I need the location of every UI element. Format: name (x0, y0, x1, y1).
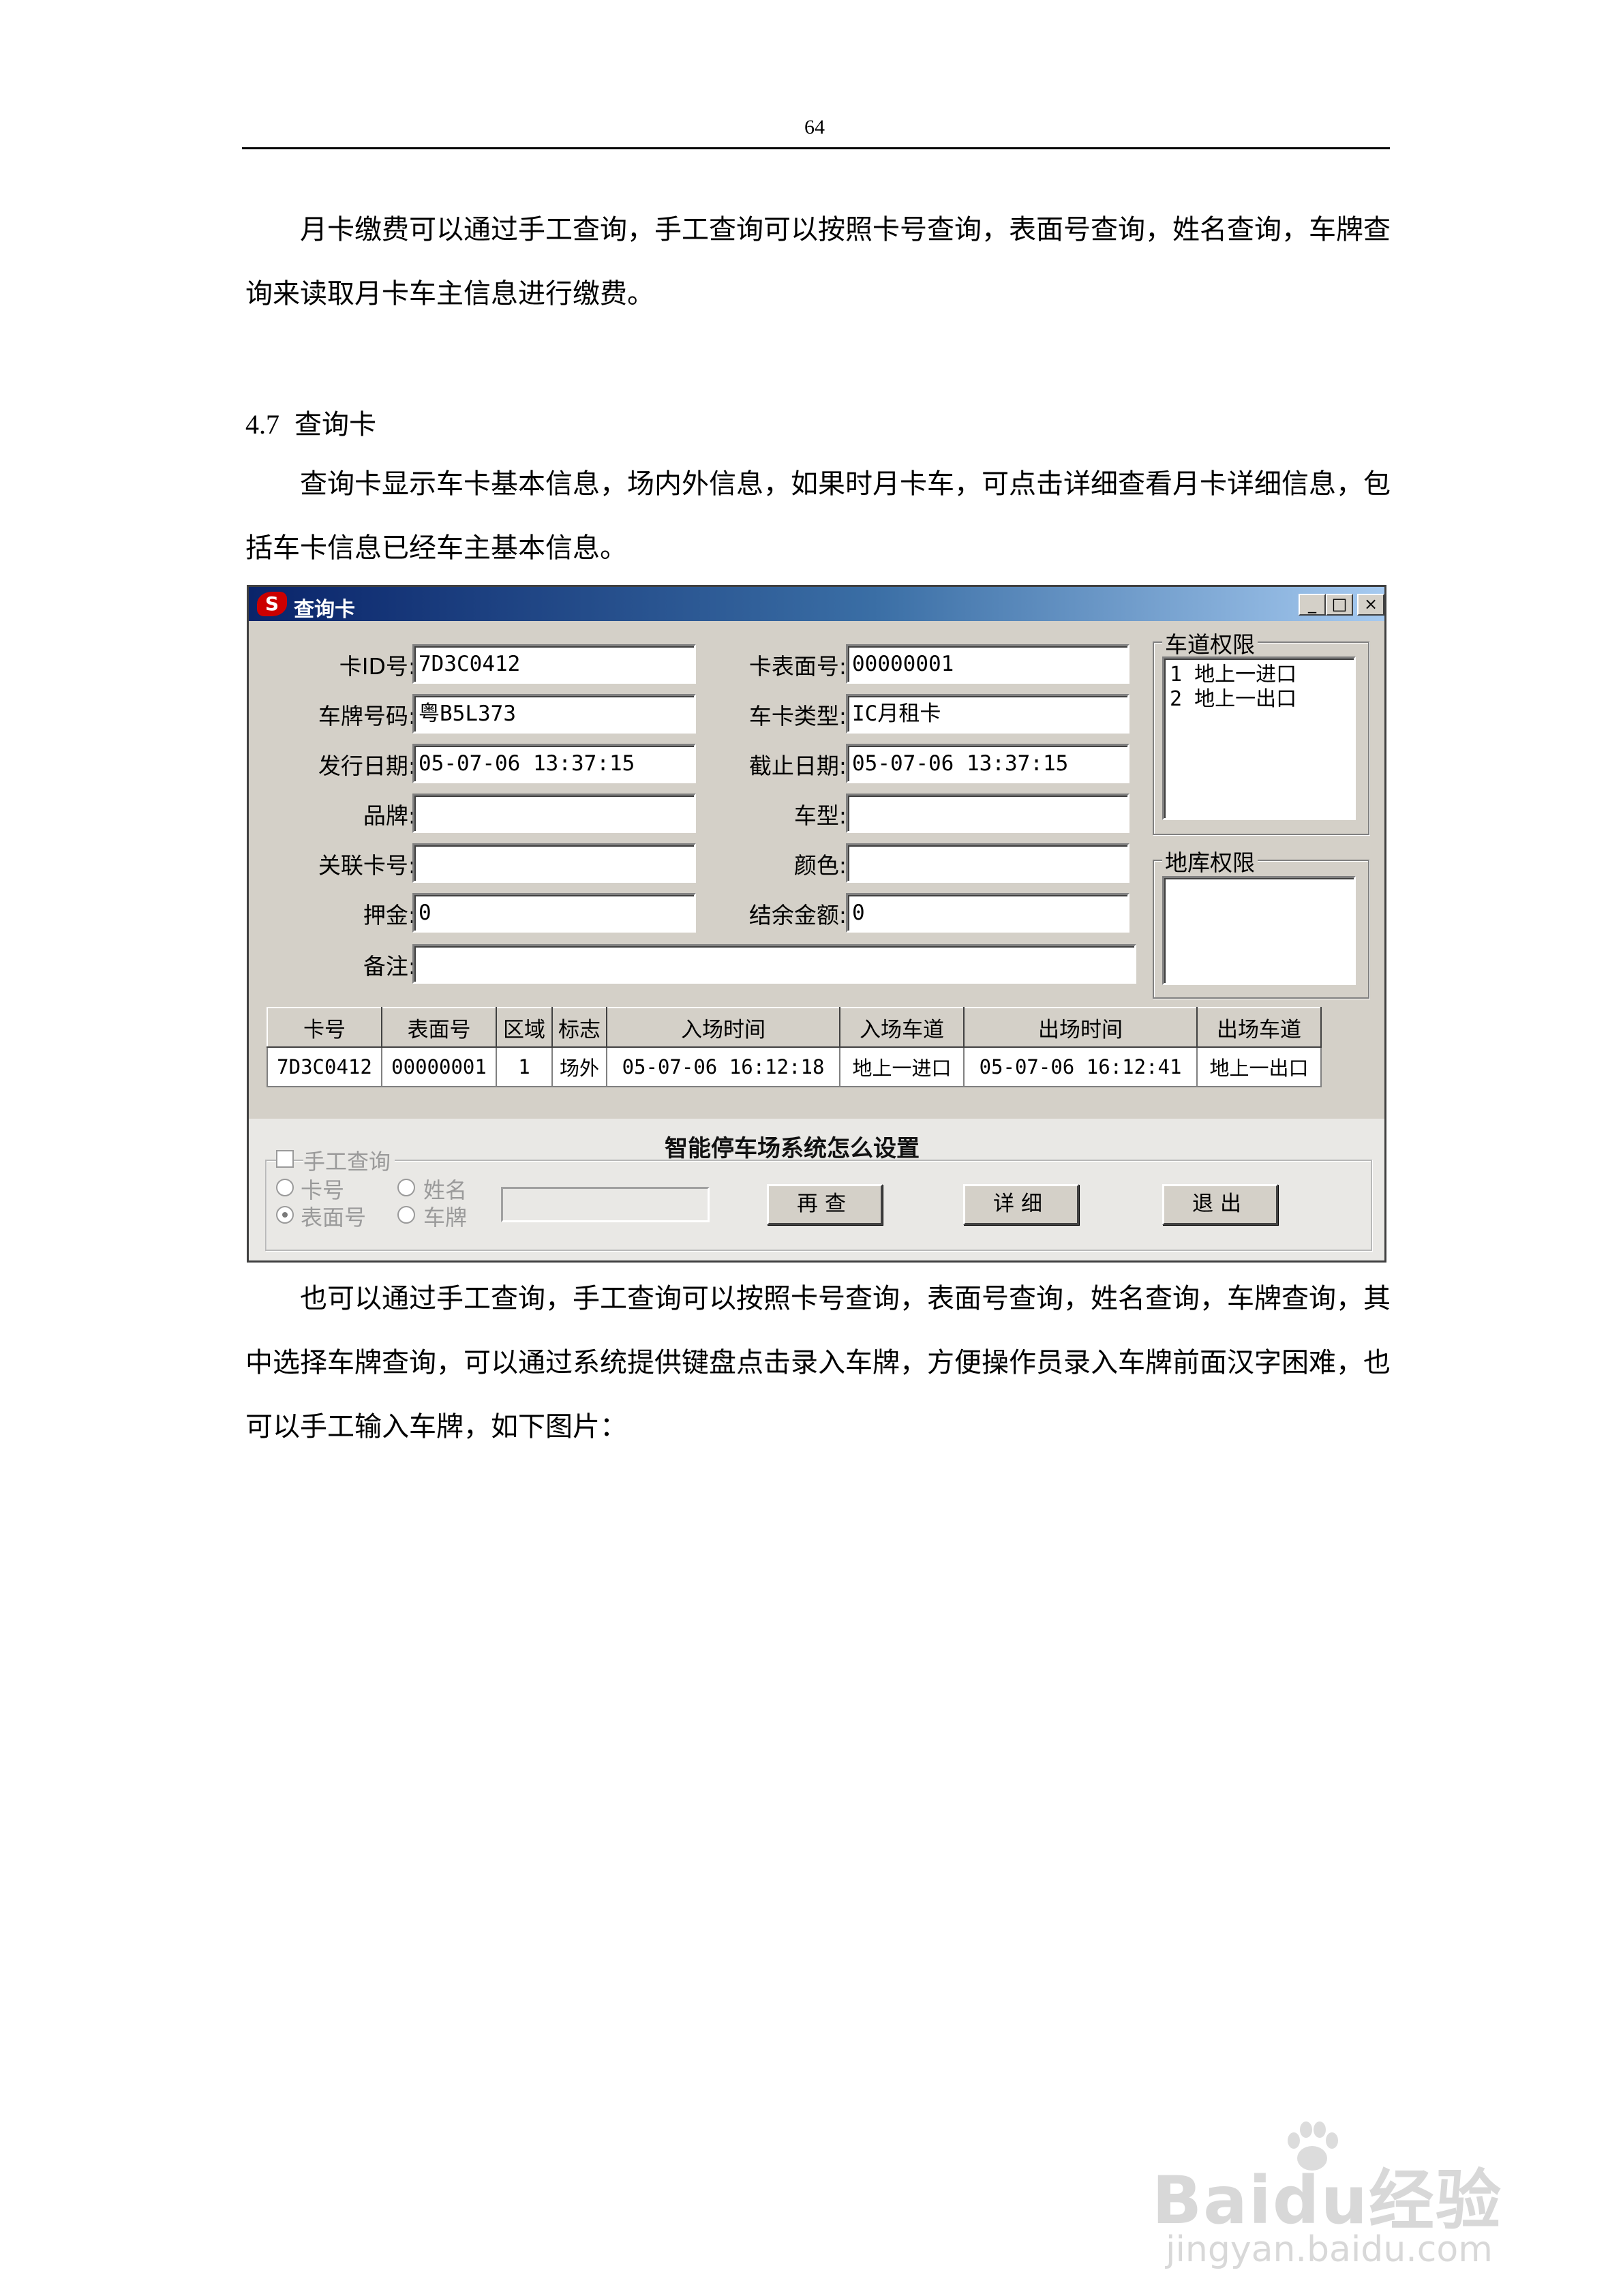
garage-rights-list[interactable] (1162, 876, 1356, 985)
query-card-window: S 查询卡 _ □ × 卡ID号: 7D3C0412 车牌号码: 粤B5L373… (247, 585, 1386, 1263)
manual-query-checkbox[interactable] (276, 1150, 294, 1168)
close-button[interactable]: × (1357, 594, 1384, 616)
cell-area: 1 (496, 1046, 553, 1087)
cell-card-no: 7D3C0412 (267, 1046, 382, 1087)
paragraph-3-text: 也可以通过手工查询，手工查询可以按照卡号查询，表面号查询，姓名查询，车牌查询，其… (245, 1283, 1391, 1442)
cell-entry-time: 05-07-06 16:12:18 (606, 1046, 840, 1087)
paragraph-2-text: 查询卡显示车卡基本信息，场内外信息，如果时月卡车，可点击详细查看月卡详细信息，包… (245, 468, 1391, 564)
col-surface-no[interactable]: 表面号 (381, 1007, 497, 1048)
deposit-label: 押金: (363, 902, 416, 928)
title-bar: S 查询卡 _ □ × (249, 587, 1384, 622)
expire-date-field[interactable]: 05-07-06 13:37:15 (846, 744, 1129, 783)
col-card-no[interactable]: 卡号 (267, 1007, 382, 1048)
card-type-label: 车卡类型: (748, 703, 847, 729)
remark-field[interactable] (412, 944, 1136, 984)
card-type-field[interactable]: IC月租卡 (846, 694, 1129, 734)
requery-button[interactable]: 再查 (767, 1184, 883, 1225)
cell-entry-lane: 地上一进口 (839, 1046, 965, 1087)
col-flag[interactable]: 标志 (551, 1007, 607, 1048)
plate-field[interactable]: 粤B5L373 (412, 694, 696, 734)
remark-label: 备注: (363, 953, 416, 980)
page-number: 64 (804, 116, 825, 138)
radio-plate[interactable] (397, 1206, 415, 1224)
radio-plate-label: 车牌 (423, 1205, 468, 1230)
window-title: 查询卡 (294, 598, 355, 622)
deposit-field[interactable]: 0 (412, 893, 696, 933)
watermark-brand-cn: 经验 (1368, 2162, 1502, 2239)
color-field[interactable] (846, 843, 1129, 883)
card-surface-label: 卡表面号: (748, 653, 847, 680)
lane-rights-title: 车道权限 (1162, 626, 1258, 659)
col-entry-time[interactable]: 入场时间 (606, 1007, 840, 1048)
card-id-field[interactable]: 7D3C0412 (412, 644, 696, 684)
table-row[interactable]: 7D3C0412 00000001 1 场外 05-07-06 16:12:18… (267, 1046, 1322, 1087)
cell-exit-time: 05-07-06 16:12:41 (963, 1046, 1198, 1087)
garage-rights-title: 地库权限 (1162, 845, 1258, 877)
section-title: 查询卡 (294, 409, 376, 440)
radio-name[interactable] (397, 1179, 415, 1196)
baidu-watermark: Baidu经验 jingyan.baidu.com (1152, 2121, 1534, 2277)
watermark-brand-bai: Bai (1152, 2162, 1273, 2239)
paragraph-2: 查询卡显示车卡基本信息，场内外信息，如果时月卡车，可点击详细查看月卡详细信息，包… (245, 452, 1391, 580)
issue-date-label: 发行日期: (318, 753, 416, 779)
balance-label: 结余金额: (748, 902, 847, 928)
col-exit-lane[interactable]: 出场车道 (1196, 1007, 1322, 1048)
paragraph-1: 月卡缴费可以通过手工查询，手工查询可以按照卡号查询，表面号查询，姓名查询，车牌查… (245, 198, 1391, 326)
lane-rights-list[interactable]: 1 地上一进口 2 地上一出口 (1162, 656, 1356, 820)
plate-label: 车牌号码: (318, 703, 416, 729)
watermark-brand: Baidu经验 (1152, 2147, 1502, 2242)
brand-label: 品牌: (363, 802, 416, 829)
card-id-label: 卡ID号: (339, 653, 416, 680)
exit-button[interactable]: 退出 (1162, 1184, 1278, 1225)
model-label: 车型: (793, 802, 847, 829)
maximize-button[interactable]: □ (1326, 594, 1353, 616)
col-area[interactable]: 区域 (496, 1007, 553, 1048)
expire-date-label: 截止日期: (748, 753, 847, 779)
linked-card-label: 关联卡号: (318, 852, 416, 879)
model-field[interactable] (846, 794, 1129, 833)
balance-field[interactable]: 0 (846, 893, 1129, 933)
table-header-row: 卡号 表面号 区域 标志 入场时间 入场车道 出场时间 出场车道 (267, 1007, 1322, 1048)
col-exit-time[interactable]: 出场时间 (963, 1007, 1198, 1048)
color-label: 颜色: (793, 852, 847, 879)
cell-flag: 场外 (551, 1046, 607, 1087)
cell-exit-lane: 地上一出口 (1196, 1046, 1322, 1087)
lane-rights-item[interactable]: 1 地上一进口 (1170, 663, 1348, 687)
brand-field[interactable] (412, 794, 696, 833)
radio-card-no[interactable] (276, 1179, 294, 1196)
minimize-button[interactable]: _ (1299, 594, 1326, 616)
manual-query-label: 手工查询 (303, 1145, 395, 1176)
paragraph-3: 也可以通过手工查询，手工查询可以按照卡号查询，表面号查询，姓名查询，车牌查询，其… (245, 1267, 1391, 1459)
manual-query-input[interactable] (501, 1187, 710, 1222)
section-number: 4.7 (245, 409, 279, 440)
watermark-url: jingyan.baidu.com (1166, 2229, 1493, 2270)
issue-date-field[interactable]: 05-07-06 13:37:15 (412, 744, 696, 783)
radio-surface-no[interactable] (276, 1206, 294, 1224)
radio-surface-no-label: 表面号 (301, 1205, 367, 1230)
app-logo-icon: S (257, 592, 287, 616)
lane-rights-item[interactable]: 2 地上一出口 (1170, 687, 1348, 712)
detail-button[interactable]: 详细 (963, 1184, 1079, 1225)
cell-surface-no: 00000001 (381, 1046, 497, 1087)
linked-card-field[interactable] (412, 843, 696, 883)
section-heading: 4.7 查询卡 (245, 402, 376, 442)
record-table: 卡号 表面号 区域 标志 入场时间 入场车道 出场时间 出场车道 7D3C041… (267, 1007, 1322, 1087)
col-entry-lane[interactable]: 入场车道 (839, 1007, 965, 1048)
overlay-caption: 智能停车场系统怎么设置 (665, 1135, 920, 1162)
paragraph-1-text: 月卡缴费可以通过手工查询，手工查询可以按照卡号查询，表面号查询，姓名查询，车牌查… (245, 214, 1391, 309)
card-surface-field[interactable]: 00000001 (846, 644, 1129, 684)
header-rule (242, 147, 1390, 149)
watermark-brand-du: du (1272, 2162, 1369, 2239)
